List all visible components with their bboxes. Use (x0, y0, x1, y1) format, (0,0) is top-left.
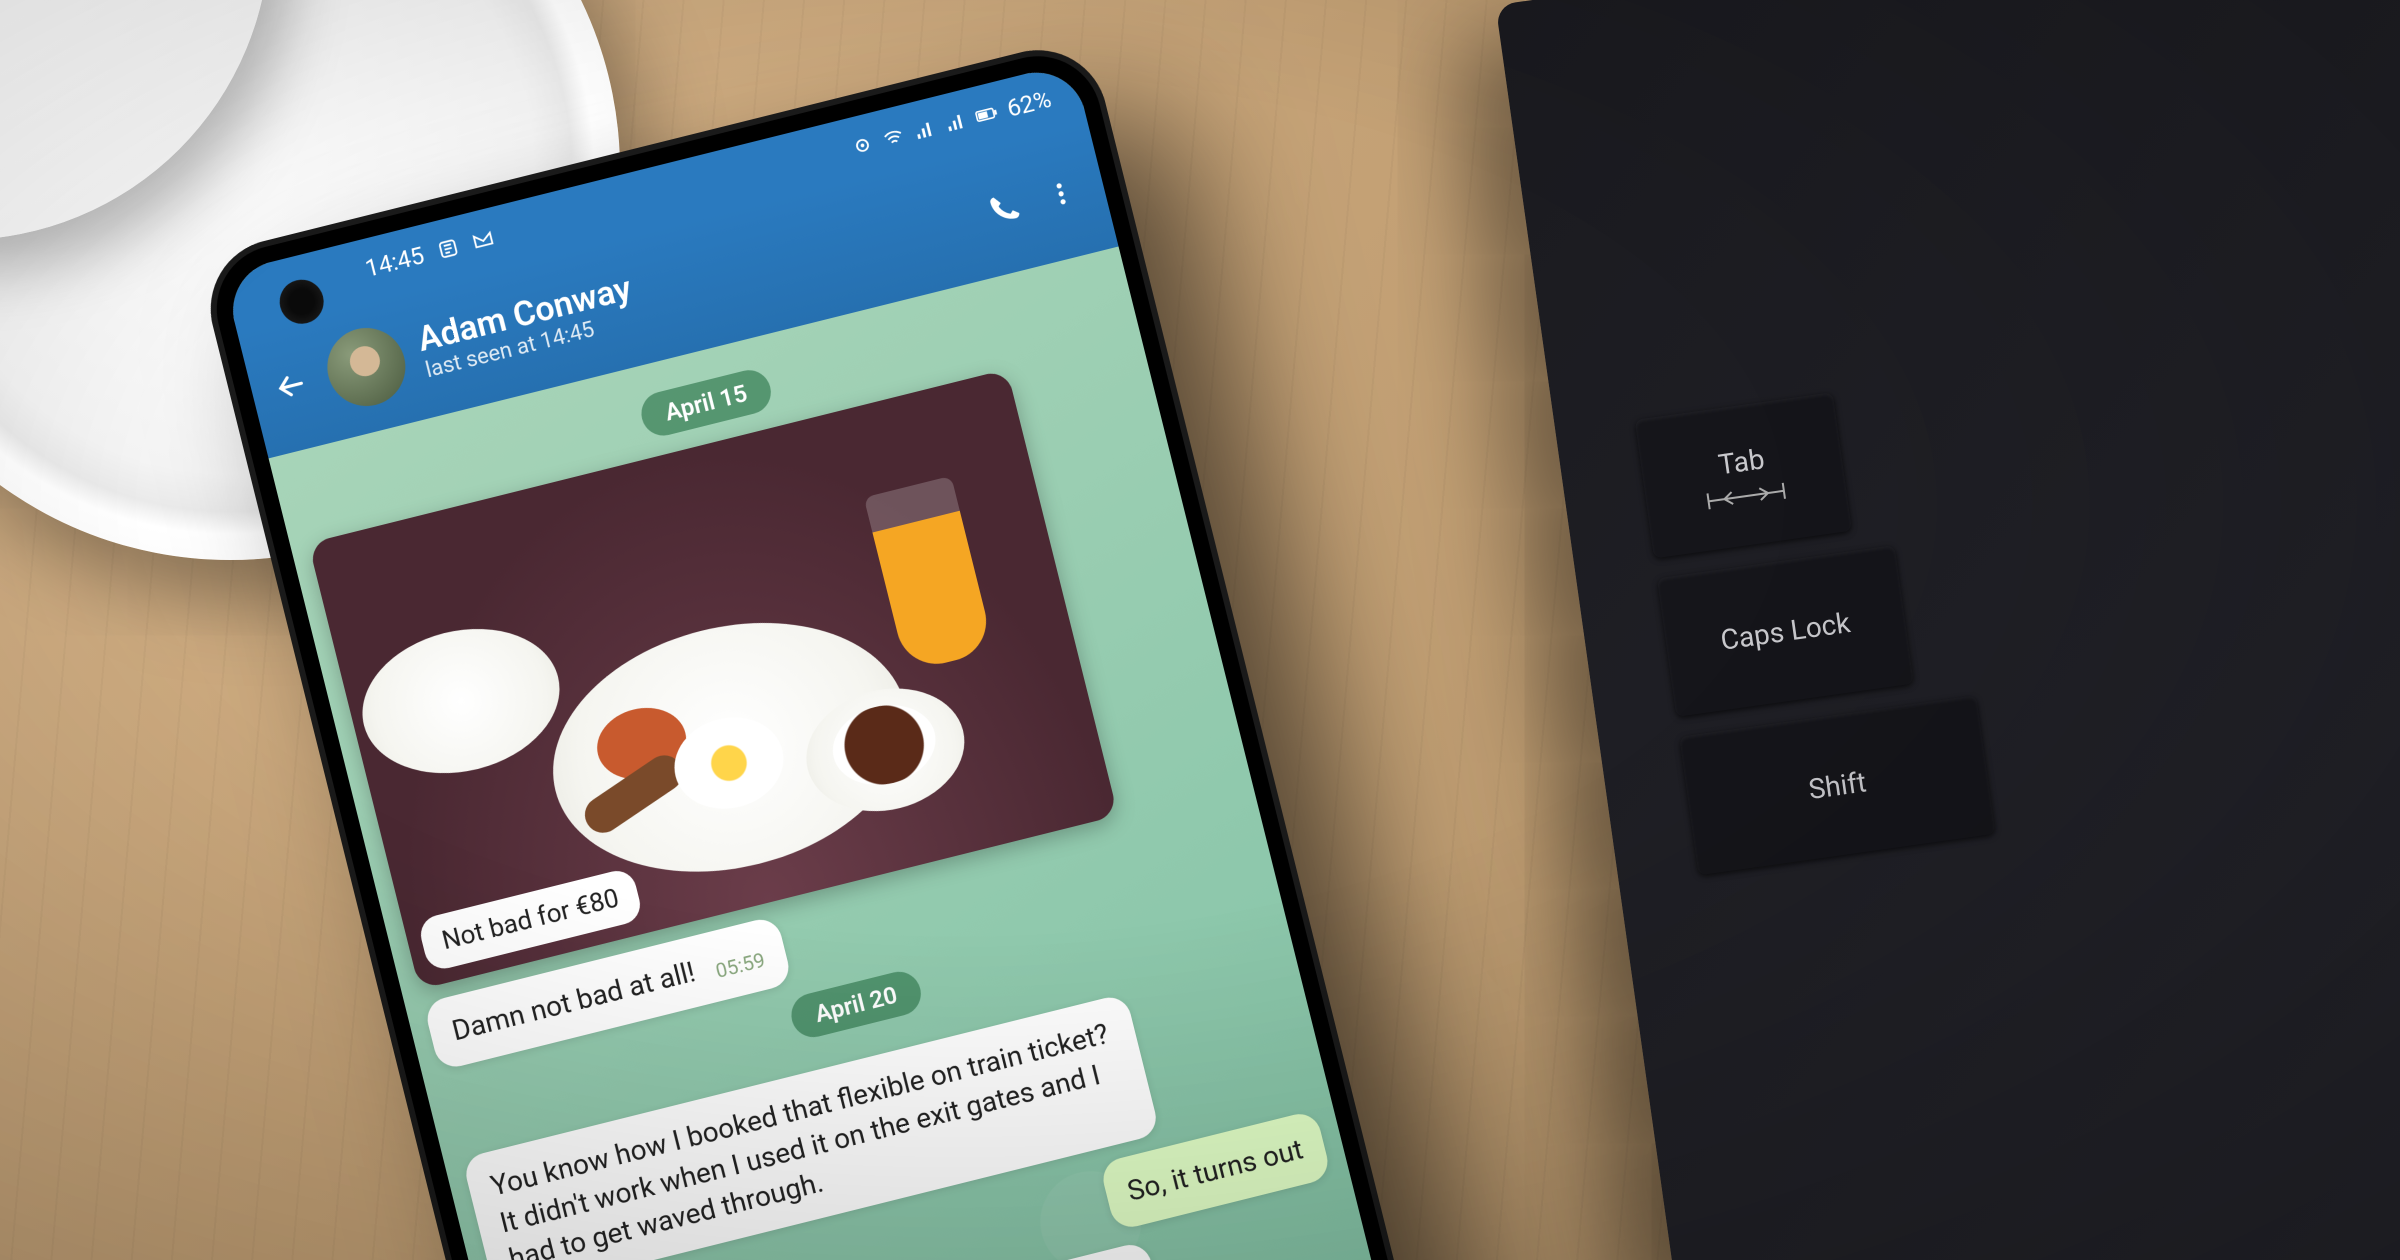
laptop-key-shift: Shift (1679, 695, 1996, 875)
message-time: 05:59 (713, 947, 767, 982)
date-badge: April 15 (637, 366, 775, 441)
call-button[interactable] (977, 180, 1033, 236)
more-vertical-icon (1044, 177, 1078, 211)
mail-icon (470, 227, 497, 254)
key-label: Shift (1806, 765, 1868, 806)
back-button[interactable] (267, 361, 315, 409)
key-label: Tab (1716, 442, 1766, 481)
signal-icon-2 (943, 109, 970, 136)
laptop-key-tab: Tab (1635, 392, 1853, 558)
phone-icon (984, 187, 1025, 228)
photo-scene: Tab Caps Lock Shift 14:45 (0, 0, 2400, 1260)
notification-icon (435, 235, 462, 262)
signal-icon (912, 116, 939, 143)
key-label: Caps Lock (1718, 606, 1852, 657)
wifi-icon (881, 124, 908, 151)
more-button[interactable] (1033, 166, 1089, 222)
back-arrow-icon (273, 367, 309, 403)
battery-icon (974, 101, 1001, 128)
laptop-key-capslock: Caps Lock (1657, 545, 1914, 717)
status-time: 14:45 (362, 241, 427, 283)
battery-percent: 62% (1004, 85, 1054, 123)
contact-avatar[interactable] (319, 320, 414, 415)
location-icon (850, 132, 877, 159)
tab-arrow-icon (1705, 480, 1787, 511)
message-text: So, it turns out (1124, 1133, 1306, 1208)
